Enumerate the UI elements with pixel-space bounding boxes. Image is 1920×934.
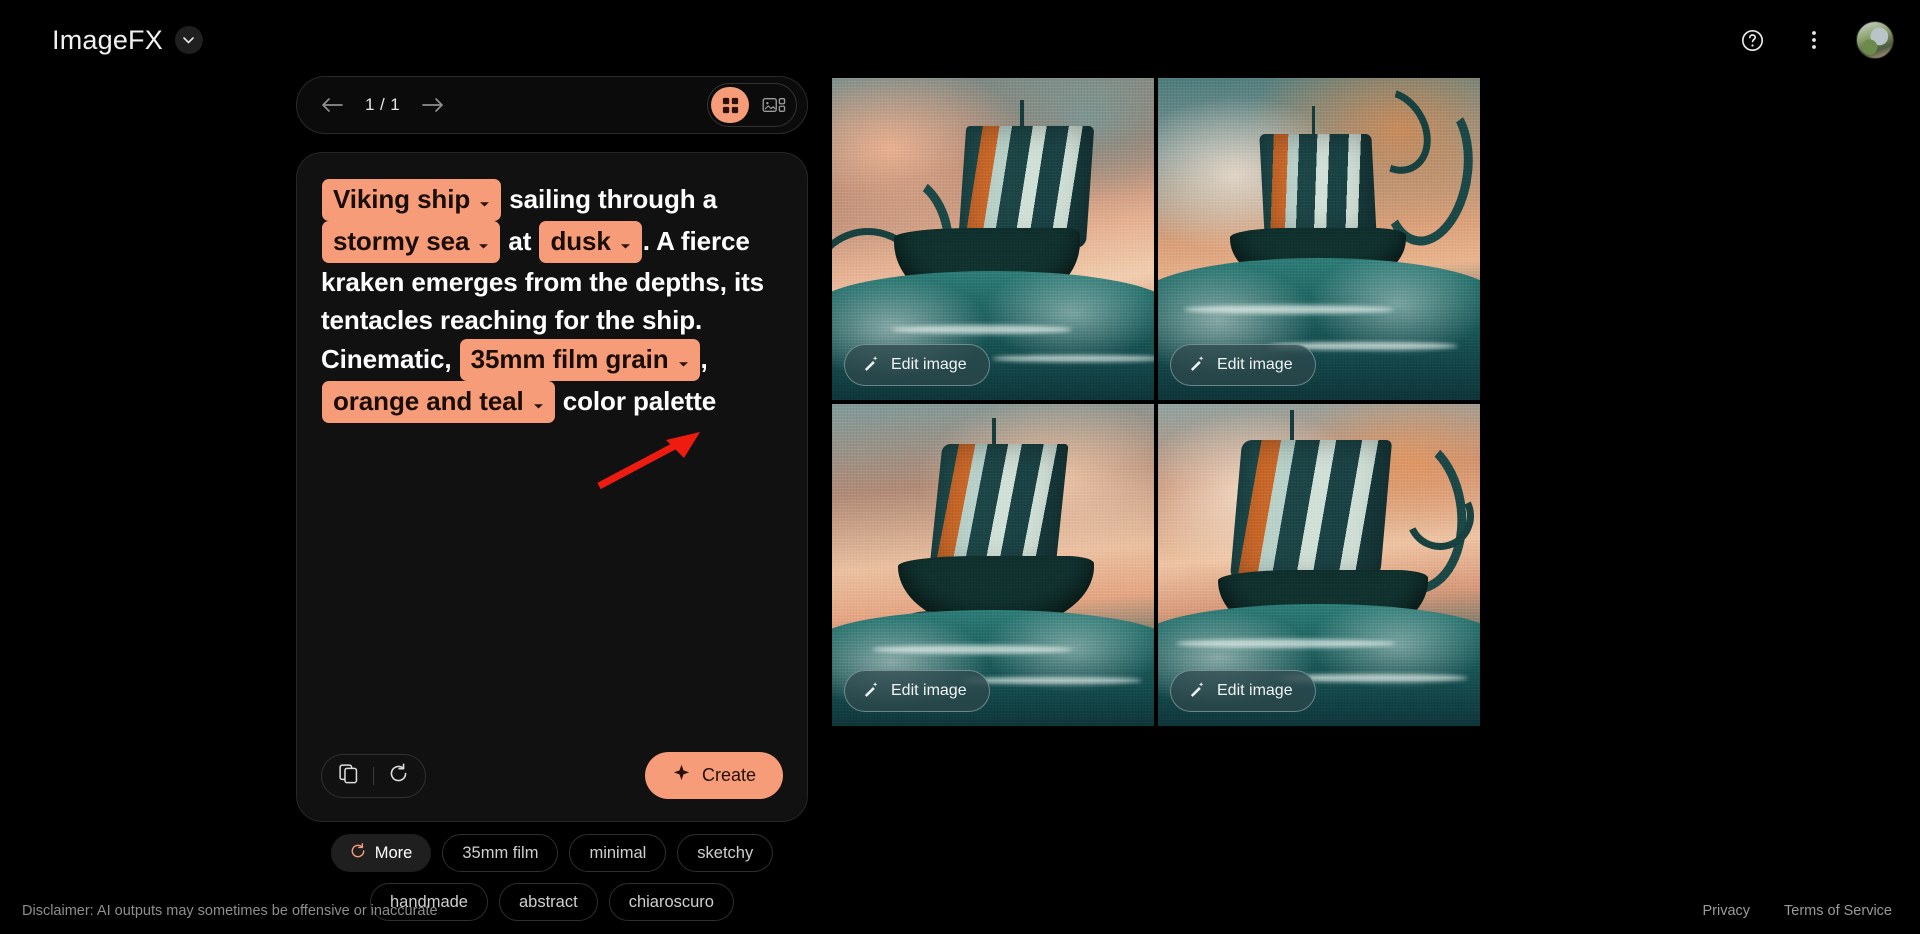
avatar[interactable] [1856,21,1894,59]
divider [373,766,374,785]
sparkle-icon [672,764,691,788]
grid-view-icon[interactable] [711,87,749,123]
edit-image-button[interactable]: Edit image [844,344,990,386]
suggestion-chip-sketchy[interactable]: sketchy [677,834,774,872]
prompt-tool-group [321,753,426,798]
chevron-down-icon[interactable] [174,26,203,54]
suggestion-chip-35mm-film[interactable]: 35mm film [442,834,559,872]
prompt-chip-label: stormy sea [333,226,470,256]
suggestion-chip-minimal[interactable]: minimal [569,834,667,872]
edit-image-label: Edit image [1217,356,1293,373]
more-label: More [374,843,413,862]
privacy-link[interactable]: Privacy [1702,903,1750,919]
prompt-chip-label: dusk [550,226,611,256]
edit-image-label: Edit image [1217,682,1293,699]
prompt-segment-text: , [700,344,708,374]
more-suggestions-button[interactable]: More [330,834,432,872]
prompt-chip-orange-and-teal[interactable]: orange and teal [322,381,555,423]
edit-image-button[interactable]: Edit image [844,670,990,712]
arrow-right-icon[interactable] [416,88,450,122]
prompt-chip-viking-ship[interactable]: Viking ship [322,179,502,221]
help-circle-icon[interactable] [1732,20,1772,60]
results-grid: Edit image Edit image Edit image Edit im… [832,78,1480,726]
copy-icon[interactable] [338,763,359,789]
prompt-chip-label: Viking ship [333,184,471,214]
refresh-icon [350,842,366,864]
left-panel: 1 / 1 Viking ship sailing through a stor… [296,76,808,934]
prompt-card[interactable]: Viking ship sailing through a stormy sea… [296,152,808,822]
prompt-chip-stormy-sea[interactable]: stormy sea [322,221,501,263]
prompt-spacer [321,423,783,752]
prompt-chip-label: 35mm film grain [470,344,669,374]
result-tile[interactable]: Edit image [1158,404,1480,726]
prompt-chip-35mm-film-grain[interactable]: 35mm film grain [459,339,700,381]
view-toggle-group [707,83,797,127]
prompt-navigation-bar: 1 / 1 [296,76,808,134]
chevron-down-icon [533,382,544,420]
chevron-down-icon [479,180,490,218]
page-counter: 1 / 1 [365,95,401,114]
magic-wand-icon [1188,680,1206,703]
imagefx-app: ImageFX 1 / 1 Viking ship sailing throug… [0,0,1920,934]
result-tile[interactable]: Edit image [1158,78,1480,400]
prompt-chip-label: orange and teal [333,386,524,416]
create-button-label: Create [701,765,756,785]
prompt-segment-text: sailing through a [502,184,717,214]
more-vertical-icon[interactable] [1794,20,1834,60]
create-button[interactable]: Create [644,752,783,799]
edit-image-label: Edit image [891,356,967,373]
magic-wand-icon [862,354,880,377]
magic-wand-icon [862,680,880,703]
prompt-segment-text: color palette [555,386,717,416]
terms-of-service-link[interactable]: Terms of Service [1784,903,1892,919]
prompt-text[interactable]: Viking ship sailing through a stormy sea… [321,179,783,423]
single-plus-thumbnails-icon[interactable] [755,87,793,123]
refresh-icon[interactable] [388,763,409,789]
magic-wand-icon [1188,354,1206,377]
chevron-down-icon [478,222,489,260]
arrow-left-icon[interactable] [315,88,349,122]
prompt-chip-dusk[interactable]: dusk [539,221,642,263]
prompt-actions: Create [321,752,783,799]
edit-image-label: Edit image [891,682,967,699]
brand[interactable]: ImageFX [52,25,203,56]
top-bar-actions [1732,20,1894,60]
footer: Disclaimer: AI outputs may sometimes be … [0,888,1920,934]
chevron-down-icon [620,222,631,260]
edit-image-button[interactable]: Edit image [1170,670,1316,712]
result-tile[interactable]: Edit image [832,78,1154,400]
top-bar: ImageFX [0,0,1920,80]
edit-image-button[interactable]: Edit image [1170,344,1316,386]
disclaimer-text: Disclaimer: AI outputs may sometimes be … [22,903,438,919]
result-tile[interactable]: Edit image [832,404,1154,726]
prompt-segment-text: at [501,226,539,256]
app-title: ImageFX [52,24,163,55]
footer-links: Privacy Terms of Service [1702,903,1892,919]
chevron-down-icon [678,340,689,378]
